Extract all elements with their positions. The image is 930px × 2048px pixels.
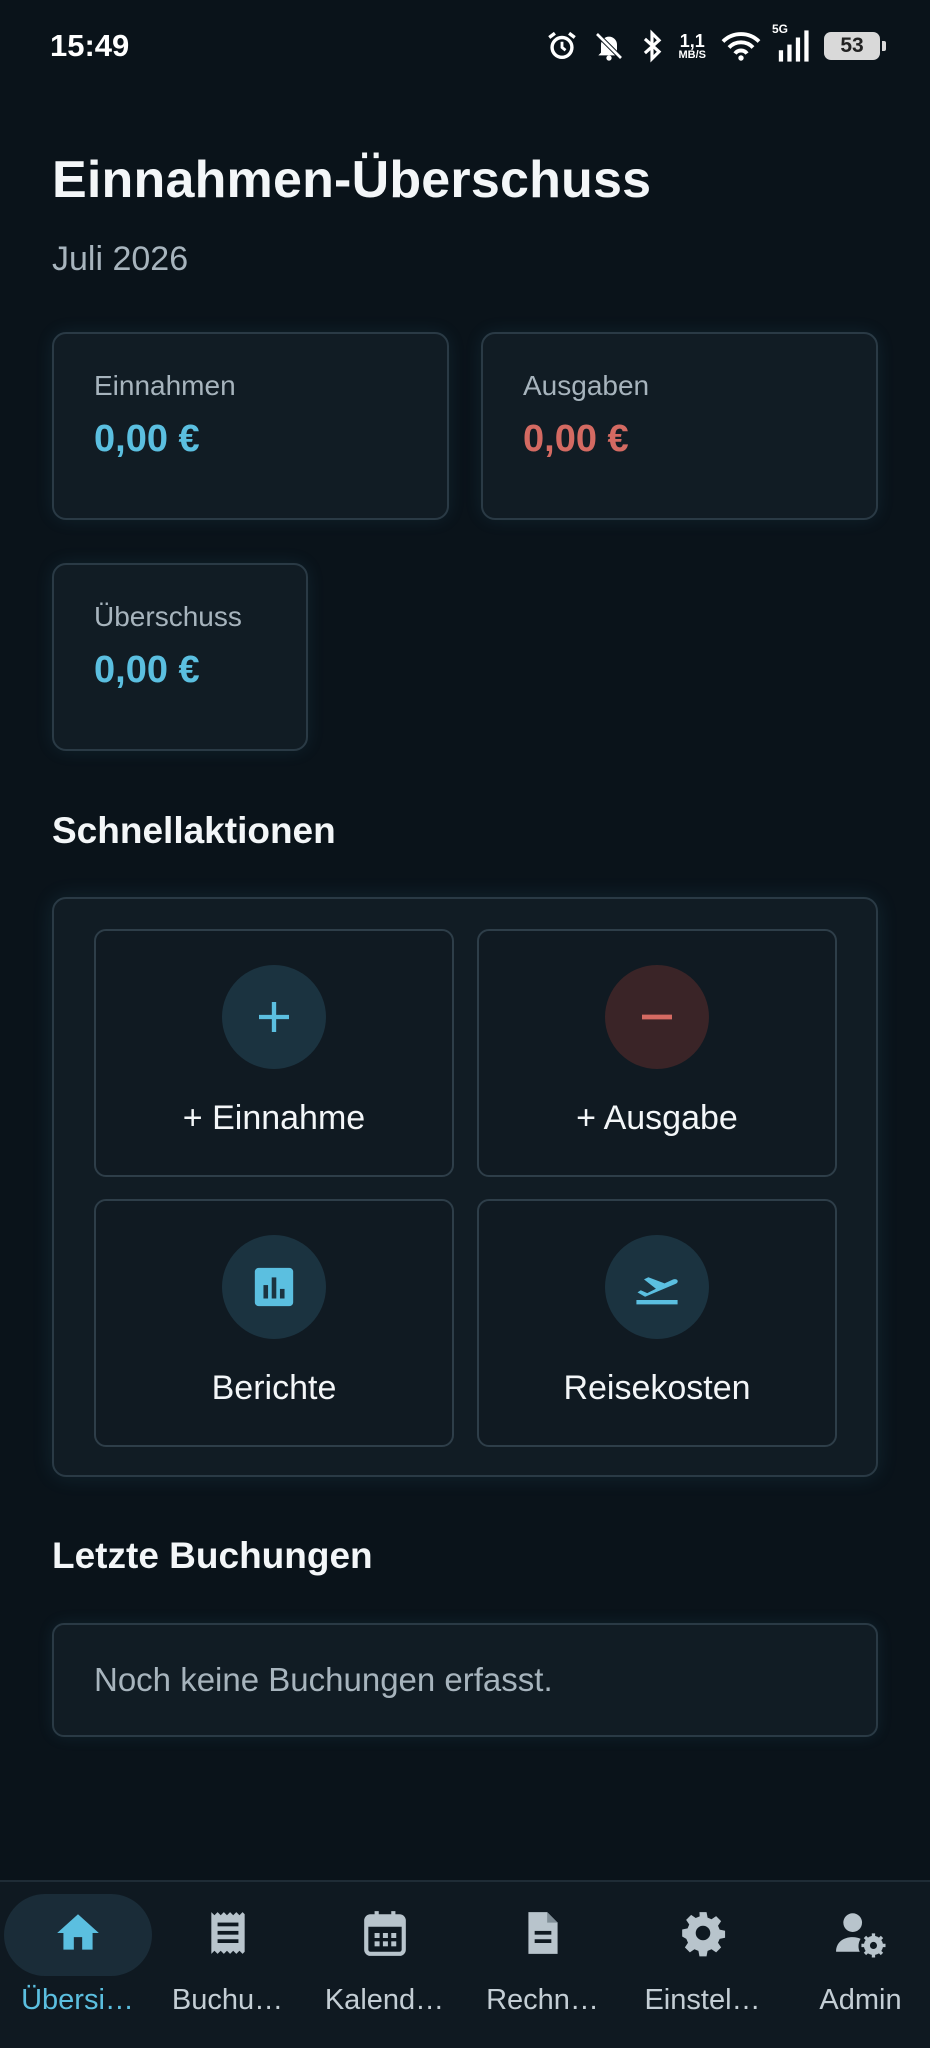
add-income-button[interactable]: + Einnahme [94,929,454,1177]
calendar-icon [360,1908,410,1963]
travel-expenses-label: Reisekosten [563,1369,751,1407]
income-card: Einnahmen 0,00 € [52,332,449,520]
admin-icon [834,1908,888,1963]
bottom-navigation: Übersi… Buchu… Kalend… Rechn… Einstel… A… [0,1880,930,2048]
nav-item-overview[interactable]: Übersi… [0,1882,155,2048]
nav-item-bookings[interactable]: Buchu… [150,1882,305,2048]
add-expense-button[interactable]: + Ausgabe [477,929,837,1177]
quick-actions-panel: + Einnahme + Ausgabe Berichte Reisekoste… [52,897,878,1477]
alarm-icon [545,29,579,63]
status-icons: 1,1 MB/S 5G 53 [545,22,886,63]
income-value: 0,00 € [94,418,200,460]
recent-bookings-title: Letzte Buchungen [52,1535,373,1576]
nav-label-bookings: Buchu… [171,1984,284,2016]
status-bar: 15:49 1,1 MB/S 5G 53 [0,0,930,100]
surplus-label: Überschuss [94,601,242,632]
receipt-icon [203,1908,253,1963]
period-label: Juli 2026 [52,240,189,278]
nav-label-admin: Admin [819,1984,902,2016]
wifi-icon [720,30,762,62]
battery-indicator: 53 [824,32,886,60]
expense-card: Ausgaben 0,00 € [481,332,878,520]
expense-label: Ausgaben [523,370,650,401]
expense-value: 0,00 € [523,418,629,460]
bar-chart-icon [222,1235,326,1339]
empty-bookings-message: Noch keine Buchungen erfasst. [52,1623,878,1737]
nav-item-calendar[interactable]: Kalend… [307,1882,462,2048]
signal-icon: 5G [772,22,810,62]
gear-icon [678,1908,728,1963]
minus-icon [605,965,709,1069]
flight-takeoff-icon [605,1235,709,1339]
nav-active-pill [3,1894,152,1976]
status-time: 15:49 [50,28,130,63]
surplus-card: Überschuss 0,00 € [52,563,308,751]
reports-label: Berichte [211,1369,337,1407]
home-icon [53,1908,103,1963]
income-label: Einnahmen [94,370,236,401]
travel-expenses-button[interactable]: Reisekosten [477,1199,837,1447]
nav-label-calendar: Kalend… [324,1984,445,2016]
nav-item-admin[interactable]: Admin [783,1882,930,2048]
document-icon [518,1908,568,1963]
nav-item-settings[interactable]: Einstel… [625,1882,780,2048]
bell-off-icon [593,30,625,62]
add-income-label: + Einnahme [182,1099,366,1137]
nav-label-overview: Übersi… [21,1984,134,2016]
plus-icon [222,965,326,1069]
add-expense-label: + Ausgabe [576,1099,738,1137]
surplus-value: 0,00 € [94,649,200,691]
reports-button[interactable]: Berichte [94,1199,454,1447]
bluetooth-icon [639,29,665,63]
network-speed: 1,1 MB/S [678,30,707,61]
quick-actions-title: Schnellaktionen [52,810,336,851]
page-title: Einnahmen-Überschuss [52,151,652,209]
nav-label-settings: Einstel… [644,1984,761,2016]
nav-item-invoices[interactable]: Rechn… [465,1882,620,2048]
nav-label-invoices: Rechn… [486,1984,599,2016]
